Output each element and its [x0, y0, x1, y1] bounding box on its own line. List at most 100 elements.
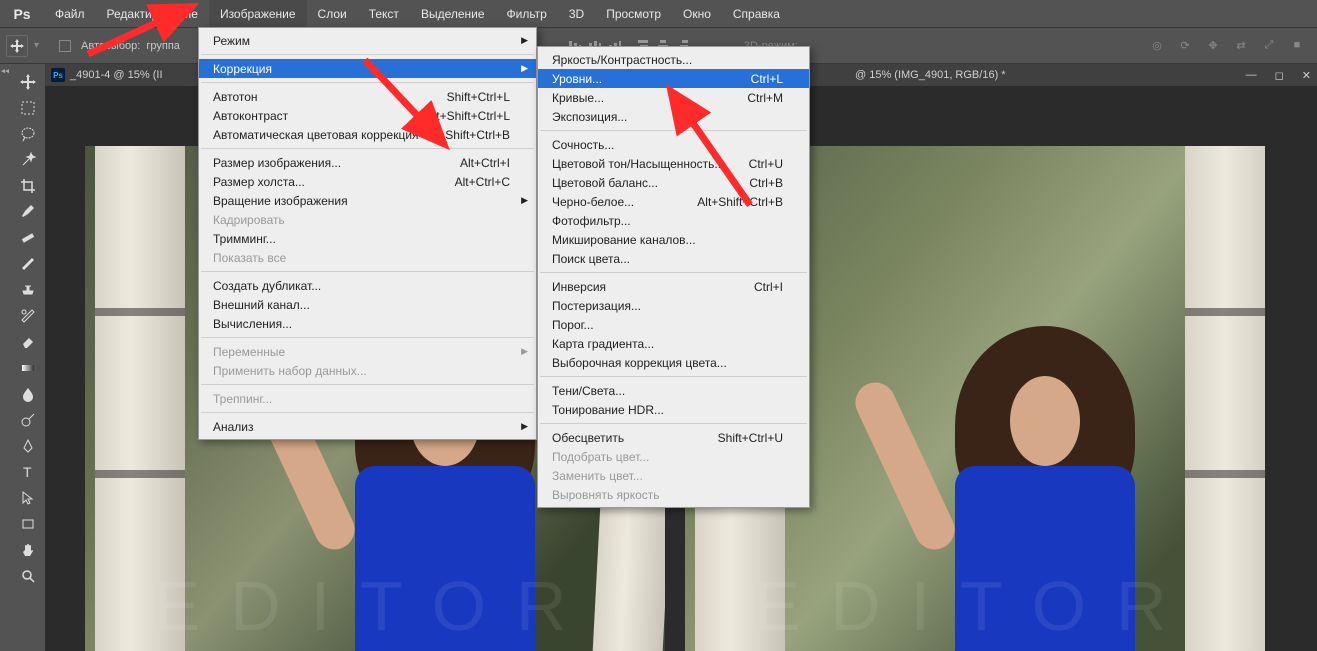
pan-icon[interactable]: ✥: [1203, 30, 1223, 60]
history-brush-tool[interactable]: [13, 304, 43, 328]
menu-select[interactable]: Выделение: [410, 0, 496, 27]
menu-item-label: Порог...: [552, 318, 594, 332]
menu-item-label: Вычисления...: [213, 317, 292, 331]
menu-item[interactable]: Тонирование HDR...: [538, 400, 809, 419]
gradient-tool[interactable]: [13, 356, 43, 380]
menu-file[interactable]: Файл: [44, 0, 96, 27]
menu-item[interactable]: ОбесцветитьShift+Ctrl+U: [538, 428, 809, 447]
marquee-tool[interactable]: [13, 96, 43, 120]
menu-item-label: Коррекция: [213, 62, 272, 76]
menu-item: Подобрать цвет...: [538, 447, 809, 466]
camera-icon[interactable]: ■: [1287, 30, 1307, 60]
document-title-right[interactable]: @ 15% (IMG_4901, RGB/16) *: [855, 64, 1006, 86]
type-tool[interactable]: T: [13, 460, 43, 484]
close-button[interactable]: ✕: [1302, 69, 1311, 82]
menu-item[interactable]: Порог...: [538, 315, 809, 334]
menu-item-label: Микширование каналов...: [552, 233, 696, 247]
menu-item-label: Размер изображения...: [213, 156, 341, 170]
watermark: EDITOR: [753, 566, 1196, 646]
scale-icon[interactable]: ⤢: [1259, 30, 1279, 60]
menu-item-label: Размер холста...: [213, 175, 305, 189]
menu-item-shortcut: Alt+Shift+Ctrl+L: [426, 109, 510, 123]
menu-edit[interactable]: Редактирование: [96, 0, 209, 27]
menu-separator: [201, 54, 534, 55]
rectangle-tool[interactable]: [13, 512, 43, 536]
group-dropdown-label[interactable]: группа: [146, 40, 180, 52]
menu-3d[interactable]: 3D: [558, 0, 595, 27]
menu-item[interactable]: Карта градиента...: [538, 334, 809, 353]
menu-item[interactable]: Анализ▶: [199, 417, 536, 436]
menu-item-label: Тримминг...: [213, 232, 276, 246]
move-tool[interactable]: [13, 70, 43, 94]
zoom-tool[interactable]: [13, 564, 43, 588]
lasso-tool[interactable]: [13, 122, 43, 146]
menu-item[interactable]: Внешний канал...: [199, 295, 536, 314]
slide-icon[interactable]: ⇄: [1231, 30, 1251, 60]
minimize-button[interactable]: —: [1246, 69, 1257, 81]
panel-collapse-strip[interactable]: ▸▸: [0, 64, 10, 651]
maximize-button[interactable]: ◻: [1275, 69, 1284, 82]
menu-item-label: Автотон: [213, 90, 258, 104]
menu-item[interactable]: Кривые...Ctrl+M: [538, 88, 809, 107]
menu-item[interactable]: Сочность...: [538, 135, 809, 154]
menu-item-label: Сочность...: [552, 138, 614, 152]
menu-help[interactable]: Справка: [722, 0, 791, 27]
menu-item-label: Автоконтраст: [213, 109, 288, 123]
dodge-tool[interactable]: [13, 408, 43, 432]
eyedropper-tool[interactable]: [13, 200, 43, 224]
menu-text[interactable]: Текст: [358, 0, 410, 27]
menu-item[interactable]: Тени/Света...: [538, 381, 809, 400]
clone-stamp-tool[interactable]: [13, 278, 43, 302]
menu-item: Переменные▶: [199, 342, 536, 361]
menu-item[interactable]: Размер изображения...Alt+Ctrl+I: [199, 153, 536, 172]
menu-item-label: Цветовой тон/Насыщенность...: [552, 157, 724, 171]
blur-tool[interactable]: [13, 382, 43, 406]
menu-item[interactable]: Фотофильтр...: [538, 211, 809, 230]
menu-item[interactable]: Выборочная коррекция цвета...: [538, 353, 809, 372]
menu-item[interactable]: Постеризация...: [538, 296, 809, 315]
menu-image[interactable]: Изображение: [209, 0, 307, 27]
menu-item-label: Поиск цвета...: [552, 252, 630, 266]
brush-tool[interactable]: [13, 252, 43, 276]
move-tool-preset-icon[interactable]: [6, 35, 28, 57]
menu-item[interactable]: Автоматическая цветовая коррекцияShift+C…: [199, 125, 536, 144]
healing-brush-tool[interactable]: [13, 226, 43, 250]
menu-item[interactable]: Создать дубликат...: [199, 276, 536, 295]
menu-window[interactable]: Окно: [672, 0, 722, 27]
menu-layers[interactable]: Слои: [307, 0, 358, 27]
menu-separator: [201, 271, 534, 272]
menu-item[interactable]: Яркость/Контрастность...: [538, 50, 809, 69]
menu-item[interactable]: Вращение изображения▶: [199, 191, 536, 210]
menubar: Ps Файл Редактирование Изображение Слои …: [0, 0, 1317, 27]
orbit-icon[interactable]: ◎: [1147, 30, 1167, 60]
eraser-tool[interactable]: [13, 330, 43, 354]
menu-item[interactable]: Цветовой баланс...Ctrl+B: [538, 173, 809, 192]
menu-item[interactable]: Поиск цвета...: [538, 249, 809, 268]
menu-item[interactable]: Автоконтраст Alt+Shift+Ctrl+L: [199, 106, 536, 125]
menu-item-shortcut: Ctrl+U: [749, 157, 783, 171]
path-selection-tool[interactable]: [13, 486, 43, 510]
menu-item[interactable]: Черно-белое...Alt+Shift+Ctrl+B: [538, 192, 809, 211]
menu-view[interactable]: Просмотр: [595, 0, 672, 27]
menu-item[interactable]: Вычисления...: [199, 314, 536, 333]
hand-tool[interactable]: [13, 538, 43, 562]
menu-item[interactable]: Режим▶: [199, 31, 536, 50]
menu-filter[interactable]: Фильтр: [496, 0, 558, 27]
menu-item[interactable]: АвтотонShift+Ctrl+L: [199, 87, 536, 106]
menu-item[interactable]: Коррекция▶: [199, 59, 536, 78]
menu-item[interactable]: Экспозиция...: [538, 107, 809, 126]
document-title-left[interactable]: _4901-4 @ 15% (II: [70, 69, 163, 81]
magic-wand-tool[interactable]: [13, 148, 43, 172]
crop-tool[interactable]: [13, 174, 43, 198]
menu-item[interactable]: Уровни...Ctrl+L: [538, 69, 809, 88]
menu-separator: [201, 82, 534, 83]
menu-item[interactable]: Микширование каналов...: [538, 230, 809, 249]
roll-icon[interactable]: ⟳: [1175, 30, 1195, 60]
menu-item[interactable]: Тримминг...: [199, 229, 536, 248]
autoselect-label: Автовыбор:: [81, 40, 140, 52]
menu-item[interactable]: Цветовой тон/Насыщенность... Ctrl+U: [538, 154, 809, 173]
menu-item[interactable]: Размер холста...Alt+Ctrl+C: [199, 172, 536, 191]
pen-tool[interactable]: [13, 434, 43, 458]
menu-item[interactable]: ИнверсияCtrl+I: [538, 277, 809, 296]
autoselect-checkbox[interactable]: [59, 40, 71, 52]
